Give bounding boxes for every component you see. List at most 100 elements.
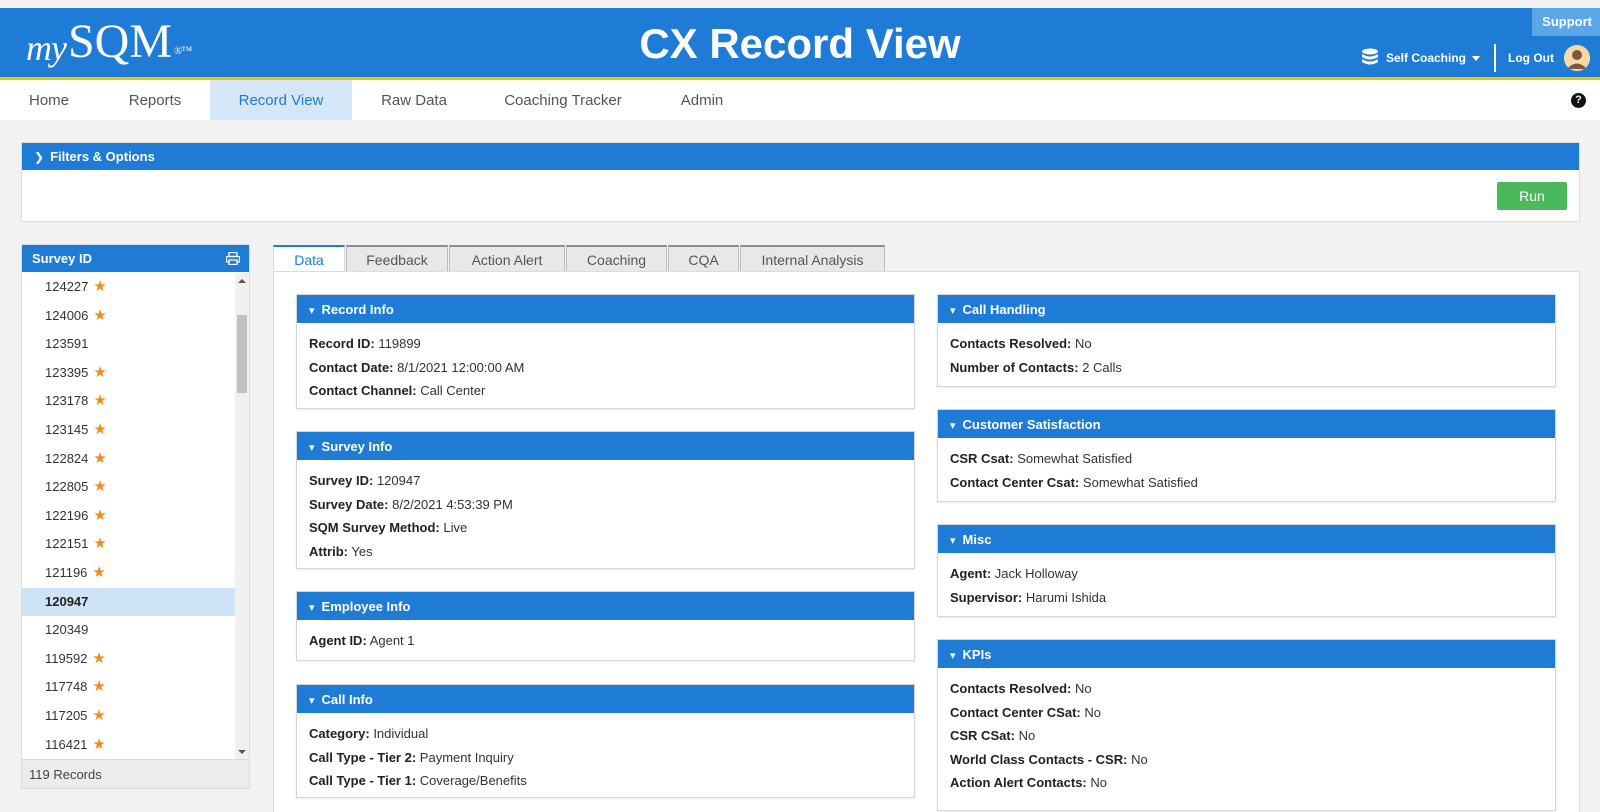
tab-internal-analysis[interactable]: Internal Analysis <box>740 245 885 272</box>
survey-list-item[interactable]: 122824 ★ <box>22 445 235 474</box>
survey-list-item[interactable]: 120947 <box>22 587 235 617</box>
survey-list-item[interactable]: 122805 ★ <box>22 473 235 502</box>
survey-list-item[interactable]: 119592 ★ <box>22 645 235 674</box>
survey-list-item[interactable]: 121196 ★ <box>22 559 235 588</box>
field-label: Attrib: <box>309 543 348 559</box>
nav-admin[interactable]: Admin <box>670 80 734 120</box>
kpis-card: ▾ KPIs Contacts Resolved: No Contact Center… <box>937 639 1556 811</box>
survey-id: 120947 <box>45 593 89 609</box>
nav-home[interactable]: Home <box>10 80 88 120</box>
field-row: Call Type - Tier 2: Payment Inquiry <box>309 746 902 770</box>
card-body: Contacts Resolved: No Contact Center CSat… <box>938 668 1555 795</box>
field-row: Supervisor: Harumi Ishida <box>950 586 1543 610</box>
survey-list-item[interactable]: 117748 ★ <box>22 673 235 702</box>
survey-list-item[interactable]: 122196 ★ <box>22 502 235 531</box>
call-info-card: ▾ Call Info Category: Individual Call Type … <box>296 684 915 798</box>
self-coaching-dropdown[interactable]: Self Coaching <box>1386 51 1466 65</box>
card-title: Call Handling <box>962 302 1046 317</box>
tab-feedback[interactable]: Feedback <box>346 245 448 272</box>
star-icon: ★ <box>92 649 106 667</box>
nav-raw-data[interactable]: Raw Data <box>368 80 460 120</box>
survey-list-item[interactable]: 122151 ★ <box>22 530 235 559</box>
card-body: Survey ID: 120947 Survey Date: 8/2/2021 4… <box>297 460 914 563</box>
field-row: Number of Contacts: 2 Calls <box>950 356 1543 380</box>
star-icon: ★ <box>93 278 107 295</box>
tab-cqa[interactable]: CQA <box>668 245 739 272</box>
card-title: Employee Info <box>321 599 411 614</box>
run-button[interactable]: Run <box>1497 182 1567 210</box>
card-header[interactable]: ▾ Misc <box>938 525 1555 553</box>
card-header[interactable]: ▾ Customer Satisfaction <box>938 410 1555 438</box>
field-row: Category: Individual <box>309 722 902 746</box>
scroll-thumb[interactable] <box>237 315 247 393</box>
nav-record-view[interactable]: Record View <box>210 80 352 120</box>
card-header[interactable]: ▾ Call Handling <box>938 295 1555 323</box>
card-header[interactable]: ▾ KPIs <box>938 640 1555 668</box>
field-row: CSR Csat: Somewhat Satisfied <box>950 447 1543 471</box>
tab-data[interactable]: Data <box>273 245 345 272</box>
chevron-down-icon: ▾ <box>950 420 956 432</box>
avatar[interactable] <box>1564 45 1590 71</box>
field-value: No <box>1090 775 1107 790</box>
print-icon[interactable] <box>226 252 240 265</box>
survey-list-header: Survey ID <box>22 245 249 272</box>
record-info-card: ▾ Record Info Record ID: 119899 Contact Dat… <box>296 294 915 409</box>
chevron-down-icon[interactable] <box>1472 55 1481 61</box>
scroll-down-icon[interactable] <box>238 750 246 754</box>
survey-list-item[interactable]: 124006 ★ <box>22 302 235 331</box>
field-label: Agent: <box>950 566 992 581</box>
field-row: World Class Contacts - CSR: No <box>950 748 1543 772</box>
field-value: No <box>1084 704 1101 720</box>
survey-list-scrollbar[interactable] <box>235 273 249 760</box>
field-row: Contact Center Csat: Somewhat Satisfied <box>950 471 1543 495</box>
nav-reports[interactable]: Reports <box>113 80 197 120</box>
survey-id: 122196 <box>45 507 89 523</box>
survey-list-item[interactable]: 116421 ★ <box>22 731 235 760</box>
field-row: Call Type - Tier 1: Coverage/Benefits <box>309 769 902 793</box>
tab-action-alert[interactable]: Action Alert <box>449 245 565 272</box>
database-icon <box>1362 48 1378 65</box>
card-body: Record ID: 119899 Contact Date: 8/1/2021 … <box>297 323 914 403</box>
survey-list[interactable]: 124227 ★ 124006 ★ 123591 123395 ★ 123178 ★ 123145… <box>22 273 235 760</box>
card-header[interactable]: ▾ Call Info <box>297 685 914 713</box>
customer-satisfaction-card: ▾ Customer Satisfaction CSR Csat: Somewhat… <box>937 409 1556 502</box>
field-label: Contact Center Csat: <box>950 474 1080 490</box>
field-row: Survey ID: 120947 <box>309 469 902 493</box>
field-value: Harumi Ishida <box>1025 589 1107 605</box>
card-header[interactable]: ▾ Employee Info <box>297 592 914 620</box>
survey-list-item[interactable]: 120349 <box>22 616 235 645</box>
survey-id: 122805 <box>45 479 89 495</box>
card-header[interactable]: ▾ Record Info <box>297 295 914 323</box>
support-button[interactable]: Support <box>1532 8 1600 36</box>
record-tabs: Data Feedback Action Alert Coaching CQA … <box>273 245 886 272</box>
survey-id: 120349 <box>45 622 89 638</box>
field-label: Record ID: <box>309 336 375 351</box>
employee-info-card: ▾ Employee Info Agent ID: Agent 1 <box>296 591 915 661</box>
nav-coaching-tracker[interactable]: Coaching Tracker <box>496 80 630 120</box>
help-icon[interactable]: ? <box>1571 93 1586 108</box>
survey-list-item[interactable]: 124227 ★ <box>22 273 235 302</box>
filters-toggle[interactable]: ❯ Filters & Options <box>22 143 1579 170</box>
field-label: Category: <box>309 726 370 741</box>
card-header[interactable]: ▾ Survey Info <box>297 432 914 460</box>
survey-list-item[interactable]: 123591 <box>22 330 235 359</box>
survey-list-item[interactable]: 123395 ★ <box>22 359 235 388</box>
field-label: Call Type - Tier 2: <box>309 749 417 765</box>
field-row: SQM Survey Method: Live <box>309 516 902 540</box>
user-avatar-icon <box>1564 45 1590 71</box>
field-label: Contact Channel: <box>309 383 417 398</box>
card-body: Contacts Resolved: No Number of Contacts:… <box>938 323 1555 379</box>
survey-list-item[interactable]: 123145 ★ <box>22 416 235 445</box>
tab-coaching[interactable]: Coaching <box>566 245 667 272</box>
card-title: Call Info <box>321 692 373 707</box>
field-value: No <box>1018 728 1036 743</box>
survey-list-item[interactable]: 117205 ★ <box>22 702 235 731</box>
call-handling-card: ▾ Call Handling Contacts Resolved: No Numbe… <box>937 294 1556 387</box>
field-value: Individual <box>373 726 429 741</box>
survey-list-item[interactable]: 123178 ★ <box>22 387 235 416</box>
logout-link[interactable]: Log Out <box>1508 51 1554 65</box>
field-value: 119899 <box>378 336 421 351</box>
survey-id: 122151 <box>45 536 89 552</box>
scroll-up-icon[interactable] <box>238 279 246 283</box>
field-row: Agent ID: Agent 1 <box>309 629 902 653</box>
